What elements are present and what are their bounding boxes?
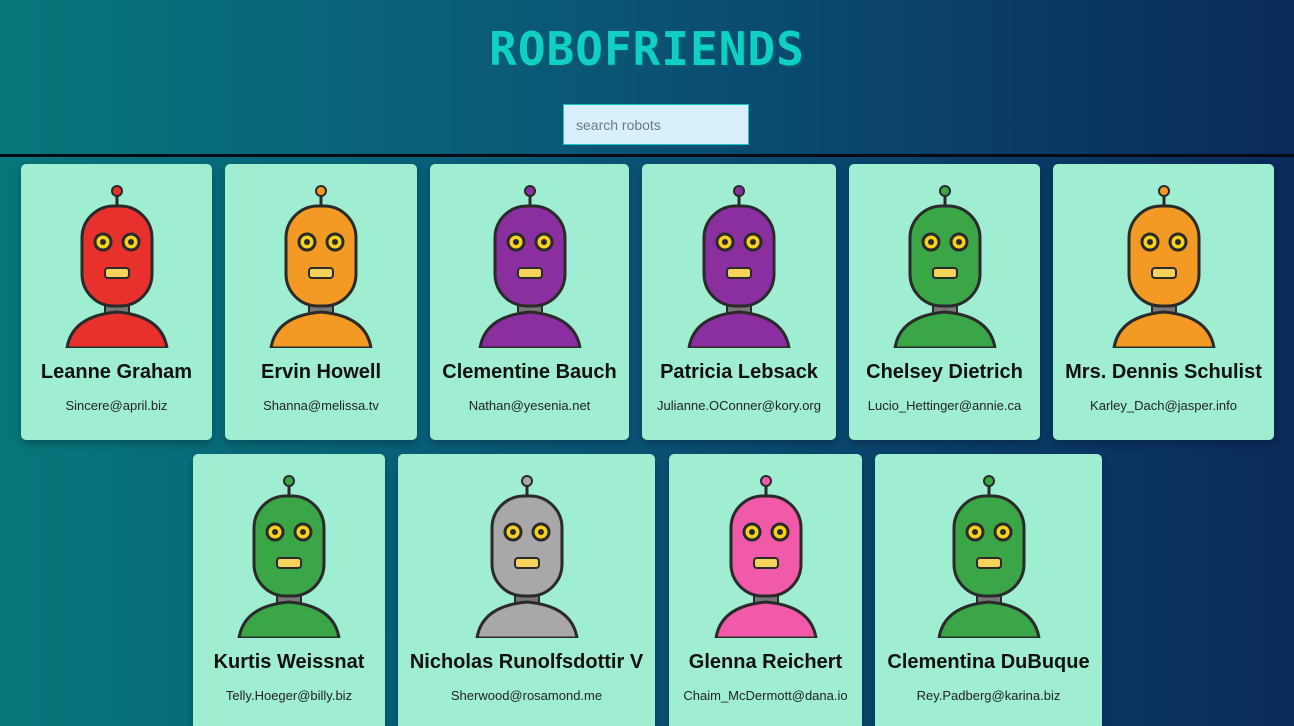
- robot-card[interactable]: Chelsey Dietrich Lucio_Hettinger@annie.c…: [849, 164, 1040, 440]
- robot-avatar: [649, 184, 829, 348]
- robot-email: Karley_Dach@jasper.info: [1090, 398, 1237, 413]
- robot-card[interactable]: Clementina DuBuque Rey.Padberg@karina.bi…: [875, 454, 1102, 726]
- robot-card[interactable]: Clementine Bauch Nathan@yesenia.net: [430, 164, 629, 440]
- robot-email: Julianne.OConner@kory.org: [657, 398, 821, 413]
- robot-card[interactable]: Patricia Lebsack Julianne.OConner@kory.o…: [642, 164, 836, 440]
- robot-email: Sherwood@rosamond.me: [450, 688, 603, 703]
- robot-name: Patricia Lebsack: [660, 361, 818, 383]
- search-input[interactable]: [563, 104, 749, 145]
- robot-card[interactable]: Ervin Howell Shanna@melissa.tv: [225, 164, 417, 440]
- robot-name: Clementina DuBuque: [887, 651, 1090, 673]
- app-logo-title: ROBOFRIENDS: [489, 22, 805, 76]
- robot-card[interactable]: Nicholas Runolfsdottir V Sherwood@rosamo…: [398, 454, 655, 726]
- robot-card[interactable]: Glenna Reichert Chaim_McDermott@dana.io: [669, 454, 862, 726]
- robot-avatar: [437, 474, 617, 638]
- robot-email: Nathan@yesenia.net: [468, 398, 591, 413]
- robot-avatar: [27, 184, 207, 348]
- robot-card[interactable]: Leanne Graham Sincere@april.biz: [21, 164, 212, 440]
- robot-email: Sincere@april.biz: [65, 398, 168, 413]
- robot-card-grid: Leanne Graham Sincere@april.biz Ervin Ho…: [0, 157, 1294, 726]
- robot-email: Rey.Padberg@karina.biz: [916, 688, 1061, 703]
- robot-name: Ervin Howell: [260, 361, 382, 383]
- robot-avatar: [231, 184, 411, 348]
- robot-name: Leanne Graham: [40, 361, 193, 383]
- robot-name: Nicholas Runolfsdottir V: [409, 651, 644, 673]
- robot-card[interactable]: Kurtis Weissnat Telly.Hoeger@billy.biz: [193, 454, 385, 726]
- robot-name: Mrs. Dennis Schulist: [1065, 361, 1262, 383]
- robot-avatar: [676, 474, 856, 638]
- robot-email: Lucio_Hettinger@annie.ca: [867, 398, 1022, 413]
- robot-avatar: [855, 184, 1035, 348]
- robot-card[interactable]: Mrs. Dennis Schulist Karley_Dach@jasper.…: [1053, 164, 1274, 440]
- robot-email: Chaim_McDermott@dana.io: [683, 688, 848, 703]
- robot-name: Glenna Reichert: [688, 651, 843, 673]
- robot-name: Kurtis Weissnat: [213, 651, 365, 673]
- robot-avatar: [199, 474, 379, 638]
- robot-avatar: [1074, 184, 1254, 348]
- robot-email: Telly.Hoeger@billy.biz: [225, 688, 353, 703]
- robot-name: Chelsey Dietrich: [866, 361, 1023, 383]
- robot-name: Clementine Bauch: [442, 361, 617, 383]
- header: ROBOFRIENDS: [0, 0, 1294, 154]
- robot-avatar: [440, 184, 620, 348]
- robot-avatar: [899, 474, 1079, 638]
- robot-email: Shanna@melissa.tv: [263, 398, 379, 413]
